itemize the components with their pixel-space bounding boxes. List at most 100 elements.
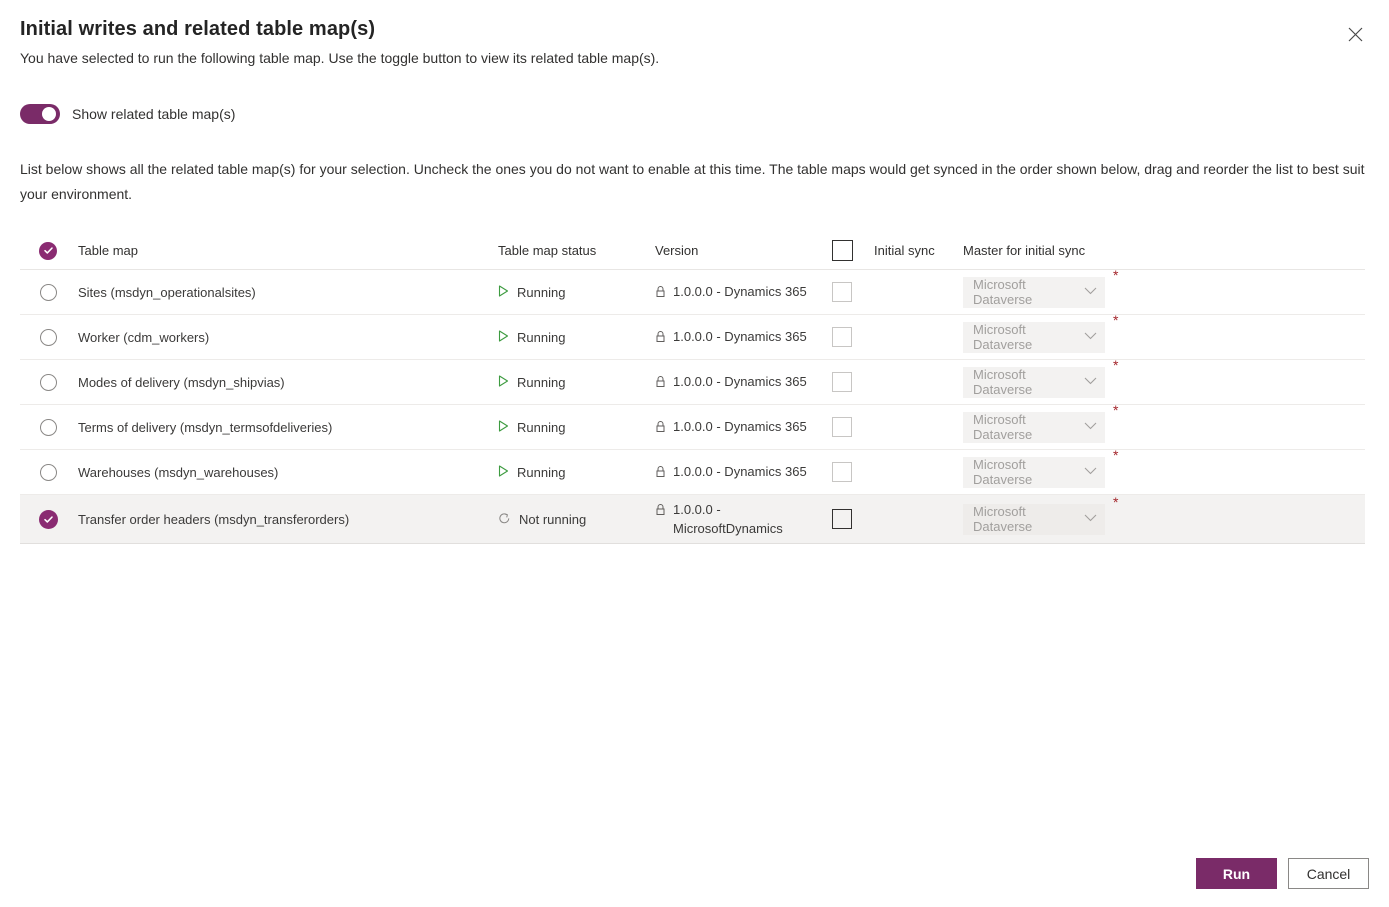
chevron-down-icon bbox=[1084, 332, 1097, 343]
master-dropdown-wrap: Microsoft Dataverse * bbox=[963, 358, 1118, 398]
initial-sync-select-all-checkbox[interactable] bbox=[832, 240, 853, 261]
show-related-table-maps-toggle[interactable] bbox=[20, 104, 60, 124]
play-icon bbox=[498, 285, 509, 299]
table-row[interactable]: Warehouses (msdyn_warehouses) Running 1.… bbox=[20, 448, 1365, 495]
master-dropdown-wrap: Microsoft Dataverse * bbox=[963, 313, 1118, 353]
show-related-toggle-row: Show related table map(s) bbox=[20, 104, 235, 124]
row-initial-sync bbox=[832, 509, 963, 529]
table-row[interactable]: Sites (msdyn_operationalsites) Running 1… bbox=[20, 268, 1365, 315]
row-status: Running bbox=[498, 420, 655, 435]
row-table-map-name: Sites (msdyn_operationalsites) bbox=[78, 284, 256, 300]
lock-icon bbox=[655, 284, 666, 303]
lock-icon bbox=[655, 374, 666, 393]
chevron-down-icon bbox=[1084, 467, 1097, 478]
master-dropdown[interactable]: Microsoft Dataverse bbox=[963, 321, 1105, 353]
intro-text: List below shows all the related table m… bbox=[20, 161, 1365, 202]
table-row[interactable]: Modes of delivery (msdyn_shipvias) Runni… bbox=[20, 358, 1365, 405]
toggle-knob bbox=[42, 107, 56, 121]
master-dropdown-wrap: Microsoft Dataverse * bbox=[963, 403, 1118, 443]
row-table-map-name: Warehouses (msdyn_warehouses) bbox=[78, 464, 279, 480]
master-dropdown-value: Microsoft Dataverse bbox=[973, 412, 1033, 442]
row-select-radio[interactable] bbox=[39, 463, 57, 481]
refresh-icon bbox=[498, 512, 511, 527]
column-header-table-map[interactable]: Table map bbox=[76, 243, 498, 258]
row-version-label: 1.0.0.0 - MicrosoftDynamics bbox=[673, 502, 783, 536]
row-initial-sync bbox=[832, 372, 963, 392]
master-dropdown[interactable]: Microsoft Dataverse bbox=[963, 503, 1105, 535]
lock-icon bbox=[655, 329, 666, 348]
cancel-button[interactable]: Cancel bbox=[1288, 858, 1369, 889]
row-select-radio[interactable] bbox=[39, 328, 57, 346]
column-header-master[interactable]: Master for initial sync bbox=[963, 243, 1365, 258]
column-header-version[interactable]: Version bbox=[655, 241, 832, 260]
row-version-label: 1.0.0.0 - Dynamics 365 bbox=[673, 328, 807, 344]
required-asterisk: * bbox=[1113, 401, 1119, 418]
master-dropdown-wrap: Microsoft Dataverse * bbox=[963, 448, 1118, 488]
master-dropdown[interactable]: Microsoft Dataverse bbox=[963, 366, 1105, 398]
row-select-radio[interactable] bbox=[39, 418, 57, 436]
master-dropdown-value: Microsoft Dataverse bbox=[973, 277, 1033, 307]
row-status-label: Running bbox=[517, 374, 566, 390]
row-initial-sync bbox=[832, 417, 963, 437]
row-version: 1.0.0.0 - Dynamics 365 bbox=[655, 462, 832, 483]
row-select-cell bbox=[20, 283, 76, 301]
row-version: 1.0.0.0 - Dynamics 365 bbox=[655, 417, 832, 438]
row-status-label: Running bbox=[517, 329, 566, 345]
page-title: Initial writes and related table map(s) bbox=[20, 18, 376, 40]
row-master: Microsoft Dataverse * bbox=[963, 495, 1365, 535]
master-dropdown[interactable]: Microsoft Dataverse bbox=[963, 456, 1105, 488]
initial-sync-checkbox[interactable] bbox=[832, 509, 852, 529]
row-table-map-name: Terms of delivery (msdyn_termsofdeliveri… bbox=[78, 419, 333, 435]
master-dropdown-value: Microsoft Dataverse bbox=[973, 367, 1033, 397]
chevron-down-icon bbox=[1084, 287, 1097, 298]
row-version-label: 1.0.0.0 - Dynamics 365 bbox=[673, 373, 807, 389]
row-table-map-name: Modes of delivery (msdyn_shipvias) bbox=[78, 374, 285, 390]
master-dropdown-value: Microsoft Dataverse bbox=[973, 504, 1033, 534]
run-button[interactable]: Run bbox=[1196, 858, 1277, 889]
table-row[interactable]: Worker (cdm_workers) Running 1.0.0.0 - D… bbox=[20, 313, 1365, 360]
initial-sync-checkbox[interactable] bbox=[832, 372, 852, 392]
row-select-cell bbox=[20, 328, 76, 346]
master-dropdown[interactable]: Microsoft Dataverse bbox=[963, 411, 1105, 443]
row-select-cell bbox=[20, 509, 76, 529]
lock-icon bbox=[655, 464, 666, 483]
row-status: Running bbox=[498, 375, 655, 390]
lock-icon bbox=[655, 502, 666, 521]
row-initial-sync bbox=[832, 327, 963, 347]
play-icon bbox=[498, 420, 509, 434]
initial-writes-dialog: Initial writes and related table map(s) … bbox=[0, 0, 1389, 907]
chevron-down-icon bbox=[1084, 377, 1097, 388]
required-asterisk: * bbox=[1113, 493, 1119, 510]
row-master: Microsoft Dataverse * bbox=[963, 358, 1365, 398]
column-header-initial-sync: Initial sync bbox=[832, 240, 963, 261]
select-all-checkmark[interactable] bbox=[39, 241, 57, 260]
chevron-down-icon bbox=[1084, 514, 1097, 525]
row-table-map-name: Worker (cdm_workers) bbox=[78, 329, 210, 345]
row-status-label: Running bbox=[517, 464, 566, 480]
play-icon bbox=[498, 375, 509, 389]
close-button[interactable] bbox=[1339, 18, 1371, 50]
row-select-checkmark[interactable] bbox=[38, 509, 58, 529]
row-version: 1.0.0.0 - Dynamics 365 bbox=[655, 327, 832, 348]
table-row[interactable]: Transfer order headers (msdyn_transferor… bbox=[20, 495, 1365, 544]
master-dropdown[interactable]: Microsoft Dataverse bbox=[963, 276, 1105, 308]
row-status: Running bbox=[498, 285, 655, 300]
row-version-label: 1.0.0.0 - Dynamics 365 bbox=[673, 283, 807, 299]
row-select-radio[interactable] bbox=[39, 283, 57, 301]
required-asterisk: * bbox=[1113, 446, 1119, 463]
initial-sync-checkbox[interactable] bbox=[832, 282, 852, 302]
master-dropdown-value: Microsoft Dataverse bbox=[973, 457, 1033, 487]
row-table-map-name: Transfer order headers (msdyn_transferor… bbox=[78, 511, 350, 527]
row-status: Running bbox=[498, 465, 655, 480]
initial-sync-checkbox[interactable] bbox=[832, 417, 852, 437]
initial-sync-checkbox[interactable] bbox=[832, 462, 852, 482]
select-all-cell bbox=[20, 241, 76, 260]
master-dropdown-wrap: Microsoft Dataverse * bbox=[963, 495, 1118, 535]
required-asterisk: * bbox=[1113, 356, 1119, 373]
row-select-radio[interactable] bbox=[39, 373, 57, 391]
row-version-label: 1.0.0.0 - Dynamics 365 bbox=[673, 463, 807, 479]
required-asterisk: * bbox=[1113, 311, 1119, 328]
table-row[interactable]: Terms of delivery (msdyn_termsofdeliveri… bbox=[20, 403, 1365, 450]
column-header-status[interactable]: Table map status bbox=[498, 243, 655, 258]
initial-sync-checkbox[interactable] bbox=[832, 327, 852, 347]
